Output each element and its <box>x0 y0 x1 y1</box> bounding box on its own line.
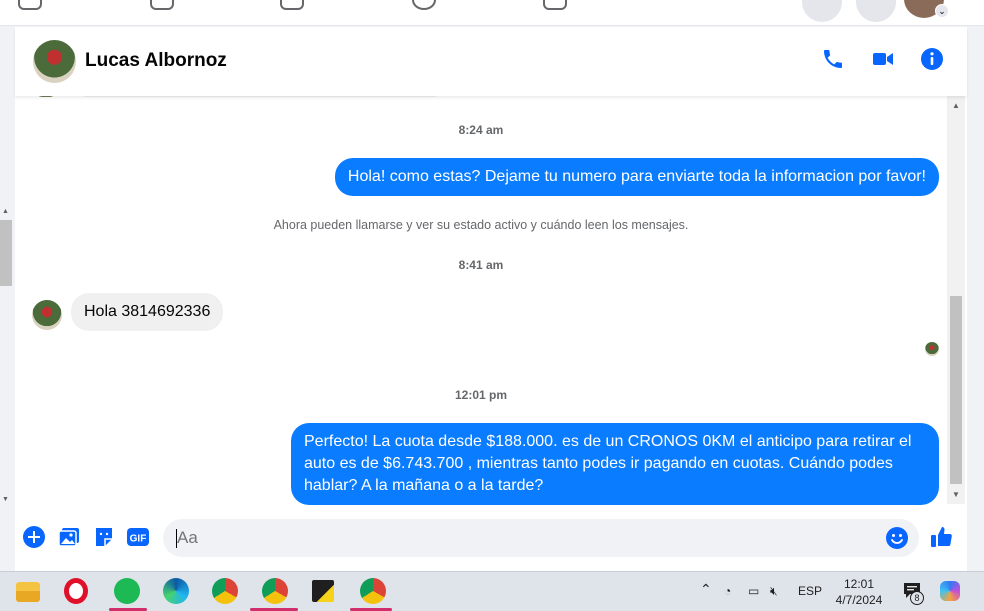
video-icon[interactable] <box>150 0 174 10</box>
conversation-info-button[interactable] <box>920 47 948 75</box>
timestamp: 12:01 pm <box>454 388 508 402</box>
sticker-icon <box>96 528 112 546</box>
chrome-recording-icon[interactable] <box>360 578 386 604</box>
edge-icon[interactable] <box>163 578 189 604</box>
thumbs-up-icon <box>931 527 952 547</box>
more-actions-button[interactable] <box>22 525 46 549</box>
sticky-notes-icon[interactable] <box>312 580 334 602</box>
clock-time: 12:01 <box>843 577 875 591</box>
gaming-icon[interactable] <box>543 0 567 10</box>
windows-taskbar: ⌃ ◔ ▭ 🔇︎ ESP 12:01 4/7/2024 8 <box>0 571 984 611</box>
notification-count-badge: 8 <box>910 591 924 605</box>
system-notice: Ahora pueden llamarse y ver su estado ac… <box>273 218 689 232</box>
audio-call-button[interactable] <box>821 47 849 75</box>
incoming-message[interactable]: Hola 3814692336 <box>71 293 224 331</box>
smiley-icon <box>886 527 908 549</box>
chat-panel: Lucas Albornoz 8:24 am Hola! como estas?… <box>15 27 967 571</box>
emoji-button[interactable] <box>885 526 909 550</box>
volume-muted-icon[interactable]: 🔇︎ <box>770 584 778 599</box>
outgoing-message[interactable]: Hola! como estas? Dejame tu numero para … <box>334 158 939 196</box>
video-call-button[interactable] <box>871 47 899 75</box>
opera-icon[interactable] <box>64 578 88 604</box>
chat-scrollbar[interactable]: ▲ ▼ <box>947 96 965 504</box>
contact-name[interactable]: Lucas Albornoz <box>85 50 227 72</box>
wifi-icon[interactable]: ◔ <box>724 584 731 598</box>
chrome-icon[interactable] <box>212 578 238 604</box>
info-icon <box>921 48 943 70</box>
messenger-button[interactable] <box>856 0 896 22</box>
file-explorer-icon[interactable] <box>16 582 40 602</box>
marketplace-icon[interactable] <box>280 0 304 10</box>
chrome-profile-icon[interactable] <box>262 578 288 604</box>
menu-grid-button[interactable] <box>802 0 842 22</box>
conversation-list-edge: ▲ ▼ <box>0 26 14 571</box>
spotify-icon[interactable] <box>114 578 140 604</box>
attach-photo-button[interactable] <box>57 525 81 549</box>
timestamp: 8:24 am <box>458 123 504 137</box>
scroll-down-arrow-icon[interactable]: ▼ <box>952 490 960 499</box>
gif-label: GIF <box>130 534 147 545</box>
top-navigation-bar: ⌄ <box>0 0 984 26</box>
scroll-up-arrow-icon[interactable]: ▲ <box>2 208 9 215</box>
send-like-button[interactable] <box>930 525 954 549</box>
plus-circle-icon <box>23 526 45 548</box>
contact-avatar[interactable] <box>33 40 76 83</box>
chat-scrollbar-thumb[interactable] <box>950 296 962 484</box>
show-hidden-icons-chevron-icon[interactable]: ⌃ <box>700 581 712 598</box>
home-icon[interactable] <box>18 0 42 10</box>
chevron-down-icon[interactable]: ⌄ <box>935 4 949 18</box>
contact-avatar-small[interactable] <box>32 300 62 330</box>
clock-date: 4/7/2024 <box>835 593 883 607</box>
message-input-box[interactable] <box>163 519 919 557</box>
video-camera-icon <box>873 53 893 65</box>
scroll-up-arrow-icon[interactable]: ▲ <box>952 101 960 110</box>
system-clock[interactable]: 12:01 4/7/2024 <box>830 576 888 608</box>
sticker-button[interactable] <box>92 525 116 549</box>
copilot-icon[interactable] <box>940 581 960 601</box>
battery-icon[interactable]: ▭ <box>748 584 759 598</box>
message-list: 8:24 am Hola! como estas? Dejame tu nume… <box>15 96 947 505</box>
phone-icon <box>824 50 842 68</box>
outgoing-message[interactable]: Perfecto! La cuota desde $188.000. es de… <box>291 423 939 505</box>
groups-icon[interactable] <box>412 0 436 10</box>
seen-indicator-avatar <box>925 342 939 356</box>
timestamp: 8:41 am <box>458 258 504 272</box>
conversation-list-scrollbar[interactable] <box>0 220 12 286</box>
language-indicator[interactable]: ESP <box>798 584 822 598</box>
scroll-down-arrow-icon[interactable]: ▼ <box>2 496 9 503</box>
message-input[interactable] <box>177 528 857 548</box>
gif-icon: GIF <box>127 528 149 546</box>
message-composer: GIF <box>15 513 967 565</box>
gif-button[interactable]: GIF <box>126 525 150 549</box>
chat-header: Lucas Albornoz <box>15 27 967 96</box>
photo-icon <box>58 528 79 547</box>
notifications-button[interactable]: 8 <box>902 582 924 605</box>
